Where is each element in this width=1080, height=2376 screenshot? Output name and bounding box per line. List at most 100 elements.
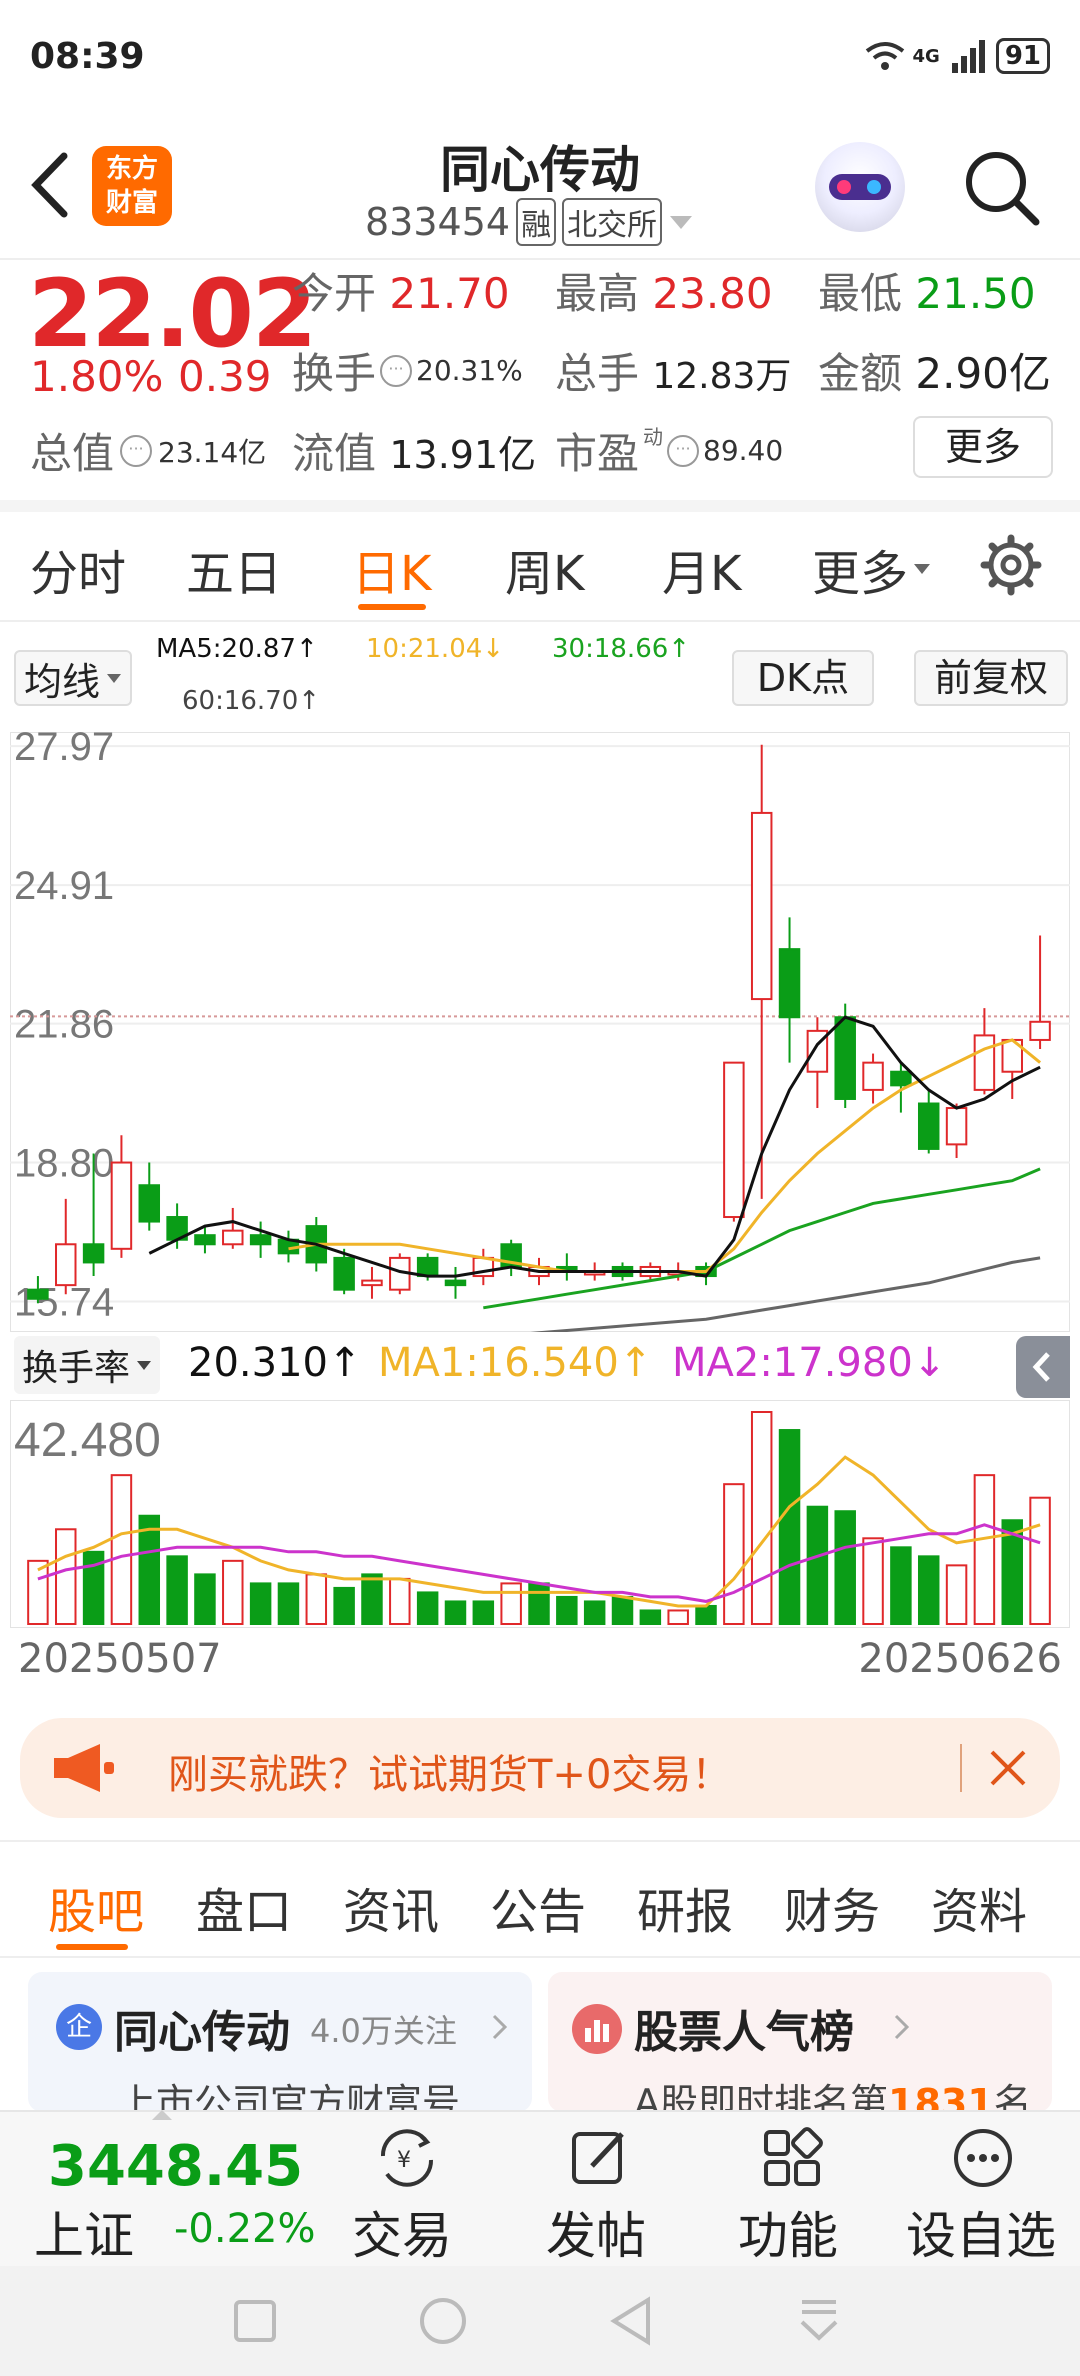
high-label: 最高 [555, 269, 640, 318]
index-name[interactable]: 上证 [34, 2196, 134, 2268]
more-button[interactable]: 更多 [913, 416, 1053, 478]
chevron-left-icon [1032, 1352, 1050, 1382]
info-tab-indicator [56, 1944, 128, 1950]
svg-text:¥: ¥ [397, 2148, 411, 2173]
chevron-right-icon [894, 2014, 910, 2040]
volume-label: 总手 [555, 349, 640, 398]
candle-body [138, 1184, 161, 1223]
popularity-card[interactable]: 股票人气榜 A股即时排名第1831名 [548, 1972, 1052, 2112]
tab-pankou[interactable]: 盘口 [196, 1872, 292, 1942]
tab-more[interactable]: 更多 [812, 534, 932, 604]
y-tick-label: 21.86 [14, 1003, 114, 1047]
index-value[interactable]: 3448.45 [48, 2134, 303, 2199]
amount-label: 金额 [818, 349, 903, 398]
low-label: 最低 [818, 269, 903, 318]
candle-body [333, 1256, 355, 1291]
stock-code-row[interactable]: 833454 融 北交所 [365, 198, 694, 246]
back-triangle-icon[interactable] [608, 2296, 654, 2346]
company-card[interactable]: 企 同心传动 4.0万关注 上市公司官方财富号 [28, 1972, 532, 2112]
info-dots-icon[interactable]: ··· [120, 434, 153, 467]
turnover-chart[interactable]: 42.480 [10, 1400, 1070, 1628]
turnover-bar [890, 1546, 912, 1626]
turnover-bar [945, 1564, 968, 1626]
tab-intraday[interactable]: 分时 [30, 534, 126, 604]
turnover-bar [667, 1609, 689, 1625]
tab-five-day[interactable]: 五日 [186, 534, 282, 604]
notifications-down-icon[interactable] [796, 2296, 842, 2346]
dk-label: DK点 [756, 656, 850, 700]
turnover-bar [834, 1510, 856, 1625]
nav-trade[interactable]: ¥ 交易 [340, 2112, 470, 2268]
pe-label: 市盈 [555, 429, 640, 478]
info-dots-icon[interactable]: ··· [380, 354, 413, 387]
amount-value: 2.90亿 [915, 349, 1051, 398]
tab-announcements[interactable]: 公告 [490, 1872, 586, 1942]
close-icon[interactable] [988, 1748, 1028, 1788]
tab-news[interactable]: 资讯 [343, 1872, 439, 1942]
tab-weekly-k[interactable]: 周K [505, 534, 584, 604]
dk-point-button[interactable]: DK点 [732, 650, 874, 706]
indicator-select[interactable]: 换手率 [14, 1336, 161, 1394]
tab-daily-k[interactable]: 日K [352, 534, 431, 604]
margin-tag: 融 [516, 198, 557, 246]
tab-more-label: 更多 [812, 546, 909, 602]
candlestick-chart[interactable]: 27.97 24.91 21.86 18.80 15.74 [10, 732, 1070, 1332]
turnover-bar [583, 1600, 606, 1625]
promo-banner[interactable]: 刚买就跌？试试期货T+0交易！ [20, 1718, 1060, 1818]
low-value: 21.50 [915, 269, 1036, 318]
candle-body [750, 811, 773, 1001]
tab-finance[interactable]: 财务 [784, 1872, 880, 1942]
candle-body [27, 1288, 49, 1300]
float-value: 13.91亿 [389, 433, 537, 477]
tab-profile[interactable]: 资料 [931, 1872, 1027, 1942]
rank-value: 1831 [888, 2081, 994, 2112]
collapse-handle[interactable] [1016, 1336, 1070, 1398]
info-dots-icon[interactable]: ··· [667, 434, 700, 467]
recent-square-icon[interactable] [232, 2298, 278, 2344]
robot-avatar-icon[interactable] [815, 142, 905, 232]
promo-divider [960, 1744, 962, 1792]
ma1-label: MA1:16.540↑ [378, 1340, 653, 1386]
candle-body [55, 1243, 77, 1287]
pe-item: 市盈 动 ··· 89.40 [555, 420, 783, 481]
volume-item: 总手 12.83万 [555, 340, 791, 401]
tab-guba[interactable]: 股吧 [48, 1872, 144, 1942]
stock-title: 同心传动 [440, 141, 640, 199]
turnover-bar [389, 1577, 411, 1625]
rank-suffix: 名 [993, 2081, 1032, 2112]
active-tab-indicator [358, 604, 426, 610]
rank-prefix: A股即时排名第 [634, 2081, 888, 2112]
turnover-bar [416, 1591, 439, 1626]
info-tabs: 股吧 盘口 资讯 公告 研报 财务 资料 [0, 1860, 1080, 1960]
candle-body [110, 1161, 133, 1250]
gear-icon[interactable] [980, 534, 1042, 596]
nav-add-watchlist[interactable]: 设自选 [900, 2112, 1070, 2268]
ma10-line [288, 1038, 1042, 1273]
stock-header: 东方 财富 同心传动 833454 融 北交所 [0, 110, 1080, 260]
ma-select[interactable]: 均线 [14, 650, 133, 706]
turnover-bar [695, 1604, 717, 1625]
candle-body [917, 1102, 940, 1150]
search-icon[interactable] [962, 148, 1042, 228]
more-dots-icon [954, 2129, 1012, 2187]
mktcap-value: 23.14亿 [158, 435, 267, 469]
nav-post[interactable]: 发帖 [534, 2112, 664, 2268]
candle-body [890, 1070, 912, 1087]
pe-sup: 动 [643, 425, 664, 449]
high-item: 最高 23.80 [555, 260, 773, 321]
adjust-button[interactable]: 前复权 [914, 650, 1068, 706]
tab-monthly-k[interactable]: 月K [662, 534, 741, 604]
tab-research[interactable]: 研报 [637, 1872, 733, 1942]
turnover-bar [556, 1595, 578, 1626]
company-card-title: 同心传动 [114, 2007, 290, 2058]
turnover-bar [500, 1582, 522, 1625]
exchange-tag: 北交所 [562, 198, 663, 246]
network-label: 4G [912, 45, 940, 67]
candle-body [723, 1061, 745, 1219]
candle-body [444, 1279, 467, 1287]
pe-value: 89.40 [703, 434, 784, 467]
index-change[interactable]: -0.22% [174, 2206, 316, 2252]
up-caret-icon [152, 2110, 172, 2120]
nav-functions[interactable]: 功能 [726, 2112, 856, 2268]
home-circle-icon[interactable] [418, 2296, 468, 2346]
